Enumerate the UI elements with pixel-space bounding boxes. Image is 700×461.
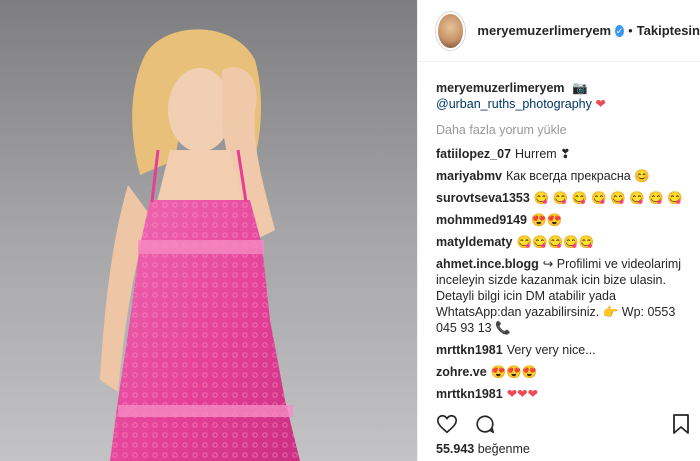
following-button[interactable]: Takiptesin xyxy=(637,23,700,38)
heart-icon[interactable] xyxy=(436,413,458,435)
comment-item: mrttkn1981 Very very nice... xyxy=(436,342,686,358)
post-photo[interactable] xyxy=(0,0,417,461)
comment-username[interactable]: ahmet.ince.blogg xyxy=(436,257,539,271)
comment-text: ❤❤❤ xyxy=(506,387,539,401)
heart-emoji: ❤ xyxy=(595,97,606,111)
comment-item: ahmet.ince.blogg ↪ Profilimi ve videolari… xyxy=(436,256,686,336)
likes-count[interactable]: 55.943 beğenme xyxy=(436,442,530,456)
comment-username[interactable]: mariyabmv xyxy=(436,169,502,183)
instagram-post: meryemuzerlimeryem ✓ • Takiptesin meryem… xyxy=(0,0,700,461)
comment-item: surovtseva1353 😋 😋 😋 😋 😋 😋 😋 😋 xyxy=(436,190,686,206)
header-username[interactable]: meryemuzerlimeryem xyxy=(477,23,611,38)
comments-list: meryemuzerlimeryem 📷 @urban_ruths_photog… xyxy=(418,62,700,402)
post-photo-illustration xyxy=(0,0,417,461)
caption-username[interactable]: meryemuzerlimeryem xyxy=(436,81,565,95)
comment-text: Hurrem ❣ xyxy=(515,147,571,161)
comment-text: 😋 😋 😋 😋 😋 😋 😋 😋 xyxy=(533,191,683,205)
comment-item: mrttkn1981 ❤❤❤ xyxy=(436,386,686,402)
comment-username[interactable]: fatiilopez_07 xyxy=(436,147,511,161)
post-side-panel: meryemuzerlimeryem ✓ • Takiptesin meryem… xyxy=(417,0,700,461)
comment-text: 😋😋😋😋😋 xyxy=(516,235,595,249)
post-caption: meryemuzerlimeryem 📷 @urban_ruths_photog… xyxy=(436,80,686,112)
comment-username[interactable]: matyldematy xyxy=(436,235,512,249)
comment-item: mariyabmv Как всегда прекрасна 😊 xyxy=(436,168,686,184)
load-more-comments-link[interactable]: Daha fazla yorum yükle xyxy=(436,122,686,138)
comment-text: 😍😍 xyxy=(531,213,563,227)
comment-item: zohre.ve 😍😍😍 xyxy=(436,364,686,380)
comment-text: 😍😍😍 xyxy=(490,365,538,379)
separator-dot: • xyxy=(628,23,633,38)
comment-item: matyldematy 😋😋😋😋😋 xyxy=(436,234,686,250)
comment-username[interactable]: zohre.ve xyxy=(436,365,487,379)
comment-item: mohmmed9149 😍😍 xyxy=(436,212,686,228)
comment-item: fatiilopez_07 Hurrem ❣ xyxy=(436,146,686,162)
avatar[interactable] xyxy=(436,11,466,50)
comment-text: Как всегда прекрасна 😊 xyxy=(506,169,650,183)
post-header: meryemuzerlimeryem ✓ • Takiptesin xyxy=(418,0,700,62)
likes-number: 55.943 xyxy=(436,442,475,456)
comment-text: Very very nice... xyxy=(506,343,596,357)
bookmark-icon[interactable] xyxy=(672,413,690,435)
comment-username[interactable]: mrttkn1981 xyxy=(436,387,503,401)
likes-label: beğenme xyxy=(477,442,530,456)
comment-icon[interactable] xyxy=(474,413,496,435)
verified-badge-icon: ✓ xyxy=(615,24,625,37)
camera-emoji: 📷 xyxy=(572,81,588,95)
comment-username[interactable]: surovtseva1353 xyxy=(436,191,530,205)
caption-mention-link[interactable]: @urban_ruths_photography xyxy=(436,97,592,111)
post-actions xyxy=(436,413,496,435)
comment-username[interactable]: mohmmed9149 xyxy=(436,213,527,227)
comment-username[interactable]: mrttkn1981 xyxy=(436,343,503,357)
